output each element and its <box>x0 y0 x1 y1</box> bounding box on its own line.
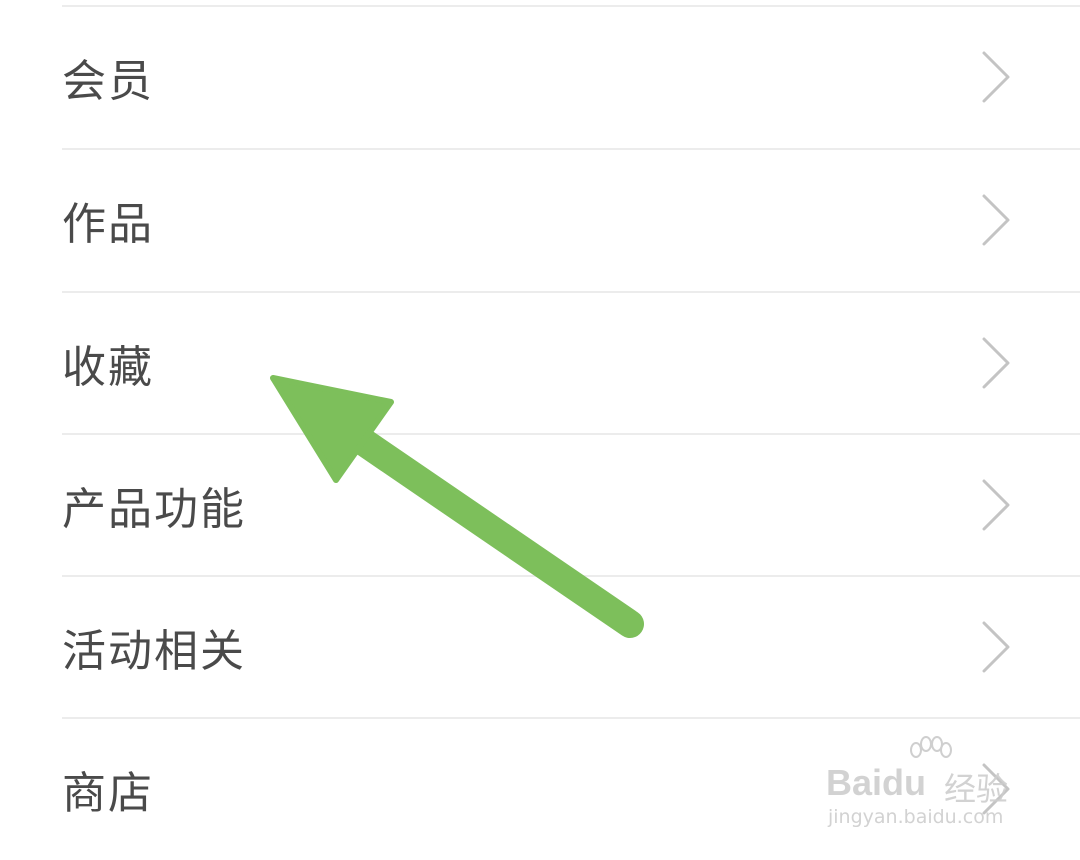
menu-item-activities[interactable]: 活动相关 <box>0 576 1080 718</box>
menu-item-store[interactable]: 商店 <box>0 718 1080 860</box>
menu-item-label: 收藏 <box>62 342 154 393</box>
settings-menu-list: 会员 作品 收藏 产品功能 活动相关 商店 <box>0 0 1080 852</box>
menu-item-label: 商店 <box>62 768 154 819</box>
chevron-right-icon <box>982 763 1010 815</box>
menu-item-label: 作品 <box>62 199 154 250</box>
chevron-right-icon <box>982 337 1010 389</box>
menu-item-label: 产品功能 <box>62 484 246 535</box>
menu-item-membership[interactable]: 会员 <box>0 6 1080 148</box>
menu-item-works[interactable]: 作品 <box>0 149 1080 291</box>
menu-item-label: 会员 <box>62 56 154 107</box>
chevron-right-icon <box>982 51 1010 103</box>
menu-item-label: 活动相关 <box>62 626 246 677</box>
menu-item-product-features[interactable]: 产品功能 <box>0 434 1080 576</box>
chevron-right-icon <box>982 479 1010 531</box>
menu-item-favorites[interactable]: 收藏 <box>0 292 1080 434</box>
chevron-right-icon <box>982 621 1010 673</box>
chevron-right-icon <box>982 194 1010 246</box>
